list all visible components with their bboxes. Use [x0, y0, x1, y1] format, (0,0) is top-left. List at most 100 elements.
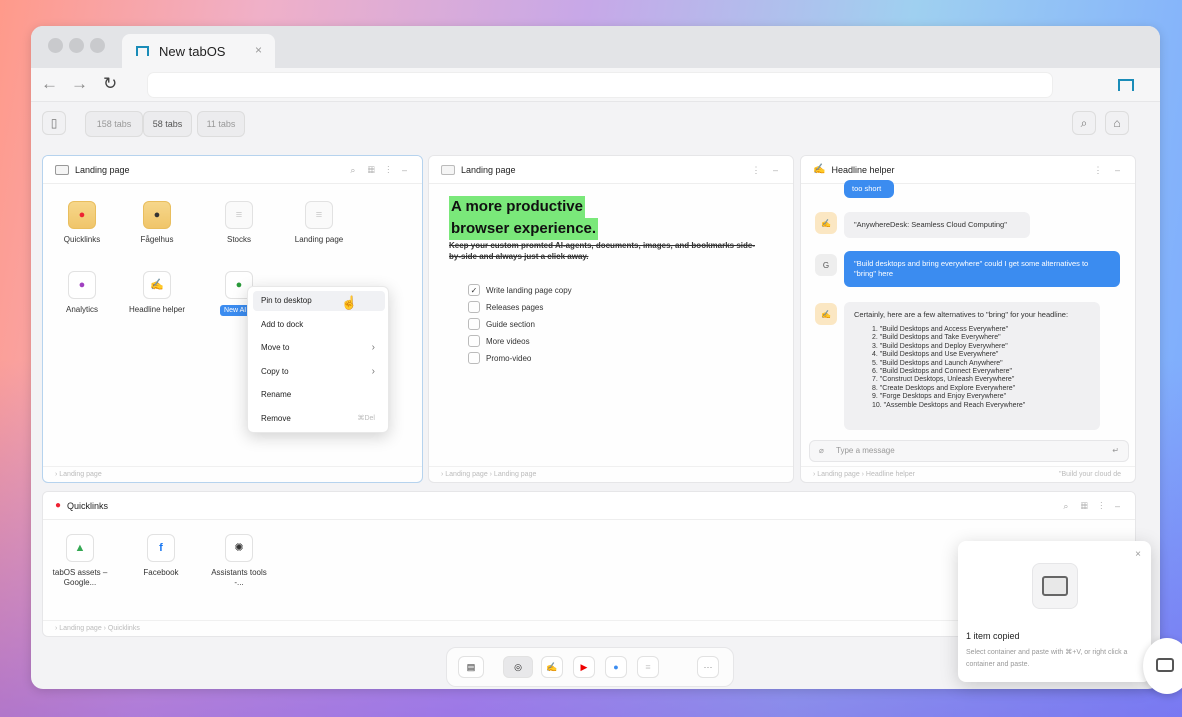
- assistant-message: "AnywhereDesk: Seamless Cloud Computing": [844, 212, 1030, 238]
- toast-title: 1 item copied: [966, 631, 1020, 641]
- tab-count-button[interactable]: 11 tabs: [197, 111, 245, 137]
- openai-icon: ✺: [225, 534, 253, 562]
- dock-item-layout-icon[interactable]: ▤: [458, 656, 484, 678]
- workspace-toolbar: ▯ 158 tabs 58 tabs 11 tabs ⌕ ⌂: [31, 103, 1160, 143]
- menu-item-copy-to[interactable]: Copy to ›: [253, 362, 385, 382]
- landing-page-doc-panel: Landing page ⋮ – A more productive brows…: [428, 155, 794, 483]
- headline-line-1: A more productive: [449, 196, 585, 218]
- google-drive-icon: ▲: [66, 534, 94, 562]
- window-maximize-button[interactable]: [90, 38, 105, 53]
- message-input[interactable]: ⌀ Type a message ↵: [809, 440, 1129, 462]
- attachment-icon: ⌀: [819, 446, 824, 455]
- user-avatar: G: [815, 254, 837, 276]
- alternative-item: 8. "Create Desktops and Explore Everywhe…: [872, 384, 1016, 392]
- pin-icon: ●: [55, 500, 62, 511]
- alternative-item: 2. "Build Desktops and Take Everywhere": [872, 334, 1001, 342]
- alternative-item: 9. "Forge Desktops and Enjoy Everywhere": [872, 393, 1007, 401]
- assistant-icon: ✍: [143, 271, 171, 299]
- dock: ▤ ◎ ✍ ▶ ● ≡ ···: [446, 647, 734, 687]
- quicklink-tabos-assets[interactable]: ▲ tabOS assets – Google...: [48, 534, 112, 588]
- address-bar[interactable]: [147, 72, 1053, 98]
- panel-title: Quicklinks: [67, 500, 109, 511]
- document-icon: ≡: [225, 201, 253, 229]
- folder-icon: ●: [143, 201, 171, 229]
- grid-item-headline-helper[interactable]: ✍ Headline helper: [125, 271, 189, 315]
- folder-icon: [55, 164, 69, 175]
- back-icon[interactable]: ←: [41, 74, 58, 94]
- checklist-item[interactable]: Releases pages: [468, 301, 543, 313]
- panel-breadcrumb: › Landing page › Landing page: [429, 466, 793, 482]
- menu-item-rename[interactable]: Rename: [253, 385, 385, 405]
- alternative-item: 3. "Build Desktops and Deploy Everywhere…: [872, 342, 1008, 350]
- checklist-item[interactable]: ✓ Write landing page copy: [468, 284, 572, 296]
- tab-close-icon[interactable]: ×: [255, 43, 262, 57]
- document-icon: [441, 164, 455, 175]
- menu-item-add-to-dock[interactable]: Add to dock: [253, 315, 385, 335]
- search-icon[interactable]: ⌕: [1072, 111, 1096, 135]
- quicklink-assistants-tools[interactable]: ✺ Assistants tools -...: [207, 534, 271, 588]
- user-message: too short: [844, 180, 894, 198]
- window-minimize-button[interactable]: [69, 38, 84, 53]
- checklist-item[interactable]: Guide section: [468, 318, 535, 330]
- panel-actions[interactable]: ⋮ –: [751, 165, 783, 176]
- assistant-icon: ✍: [813, 164, 826, 175]
- close-icon[interactable]: ×: [1135, 549, 1141, 560]
- quicklink-facebook[interactable]: f Facebook: [129, 534, 193, 578]
- menu-item-pin-to-desktop[interactable]: Pin to desktop ☝: [253, 291, 385, 311]
- dock-item-assistant-icon[interactable]: ✍: [541, 656, 563, 678]
- sidebar-toggle-icon[interactable]: ▯: [42, 111, 66, 135]
- checklist-item[interactable]: Promo-video: [468, 352, 531, 364]
- panel-title: Headline helper: [831, 164, 895, 175]
- context-menu: Pin to desktop ☝ Add to dock Move to › Cop…: [247, 286, 389, 433]
- dock-item-youtube-icon[interactable]: ▶: [573, 656, 595, 678]
- panel-actions[interactable]: ⌕ ▦ ⋮ –: [1063, 501, 1125, 512]
- window-close-button[interactable]: [48, 38, 63, 53]
- browser-tab[interactable]: New tabOS ×: [122, 34, 275, 68]
- alternative-item: 1. "Build Desktops and Access Everywhere…: [872, 326, 1009, 333]
- dock-item-document-icon[interactable]: ≡: [637, 656, 659, 678]
- chevron-right-icon: ›: [371, 342, 375, 353]
- grid-item-quicklinks[interactable]: ● Quicklinks: [50, 201, 114, 245]
- assistant-avatar-icon: ✍: [815, 212, 837, 234]
- home-icon[interactable]: ⌂: [1105, 111, 1129, 135]
- dock-item-folder-icon[interactable]: ◎: [503, 656, 533, 678]
- dock-item-chat-icon[interactable]: ●: [605, 656, 627, 678]
- tab-count-button[interactable]: 158 tabs: [85, 111, 143, 137]
- panel-header: ● Quicklinks ⌕ ▦ ⋮ –: [43, 492, 1135, 520]
- panel-header: Landing page ⌕ ▦ ⋮ –: [43, 156, 422, 184]
- grid-item-fagelhus[interactable]: ● Fågelhus: [125, 201, 189, 245]
- grid-item-analytics[interactable]: ● Analytics: [50, 271, 114, 315]
- grid-item-landing-page[interactable]: ≡ Landing page: [287, 201, 351, 245]
- assistant-avatar-icon: ✍: [815, 303, 837, 325]
- tab-bar: New tabOS ×: [31, 26, 1160, 68]
- toast-body: Select container and paste with ⌘+V, or …: [966, 649, 1128, 668]
- dock-more-button[interactable]: ···: [697, 656, 719, 678]
- alternative-item: 4. "Build Desktops and Use Everywhere": [872, 351, 999, 359]
- tab-count-button[interactable]: 58 tabs: [143, 111, 192, 137]
- tabos-icon: [136, 46, 149, 56]
- tabos-logo-icon: [1118, 79, 1134, 91]
- menu-item-move-to[interactable]: Move to ›: [253, 338, 385, 358]
- forward-icon[interactable]: →: [71, 74, 88, 94]
- alternative-item: 7. "Construct Desktops, Unleash Everywhe…: [872, 376, 1015, 384]
- panel-actions[interactable]: ⌕ ▦ ⋮ –: [350, 165, 412, 176]
- panel-breadcrumb: › Landing page › Headline helper "Build y…: [801, 466, 1135, 482]
- enter-icon[interactable]: ↵: [1112, 441, 1119, 461]
- panel-header: Landing page ⋮ –: [429, 156, 793, 184]
- headline-helper-panel: ✍ Headline helper ⋮ – too short ✍ "Anywh…: [800, 155, 1136, 483]
- panel-actions[interactable]: ⋮ –: [1093, 165, 1125, 176]
- document-icon: ≡: [305, 201, 333, 229]
- panel-title: Landing page: [75, 164, 130, 175]
- headline-line-2: browser experience.: [449, 218, 599, 240]
- assistant-message: Certainly, here are a few alternatives t…: [844, 302, 1100, 430]
- alternative-item: 6. "Build Desktops and Connect Everywher…: [872, 368, 1012, 376]
- reload-icon[interactable]: ↻: [103, 74, 117, 94]
- checklist-item[interactable]: More videos: [468, 335, 530, 347]
- user-message: "Build desktops and bring everywhere" co…: [844, 251, 1120, 287]
- analytics-icon: ●: [68, 271, 96, 299]
- folder-icon: [1032, 563, 1078, 609]
- menu-item-remove[interactable]: Remove ⌘Del: [253, 409, 385, 429]
- hand-cursor-icon: ☝: [341, 295, 358, 310]
- folder-icon: ●: [68, 201, 96, 229]
- grid-item-stocks[interactable]: ≡ Stocks: [207, 201, 271, 245]
